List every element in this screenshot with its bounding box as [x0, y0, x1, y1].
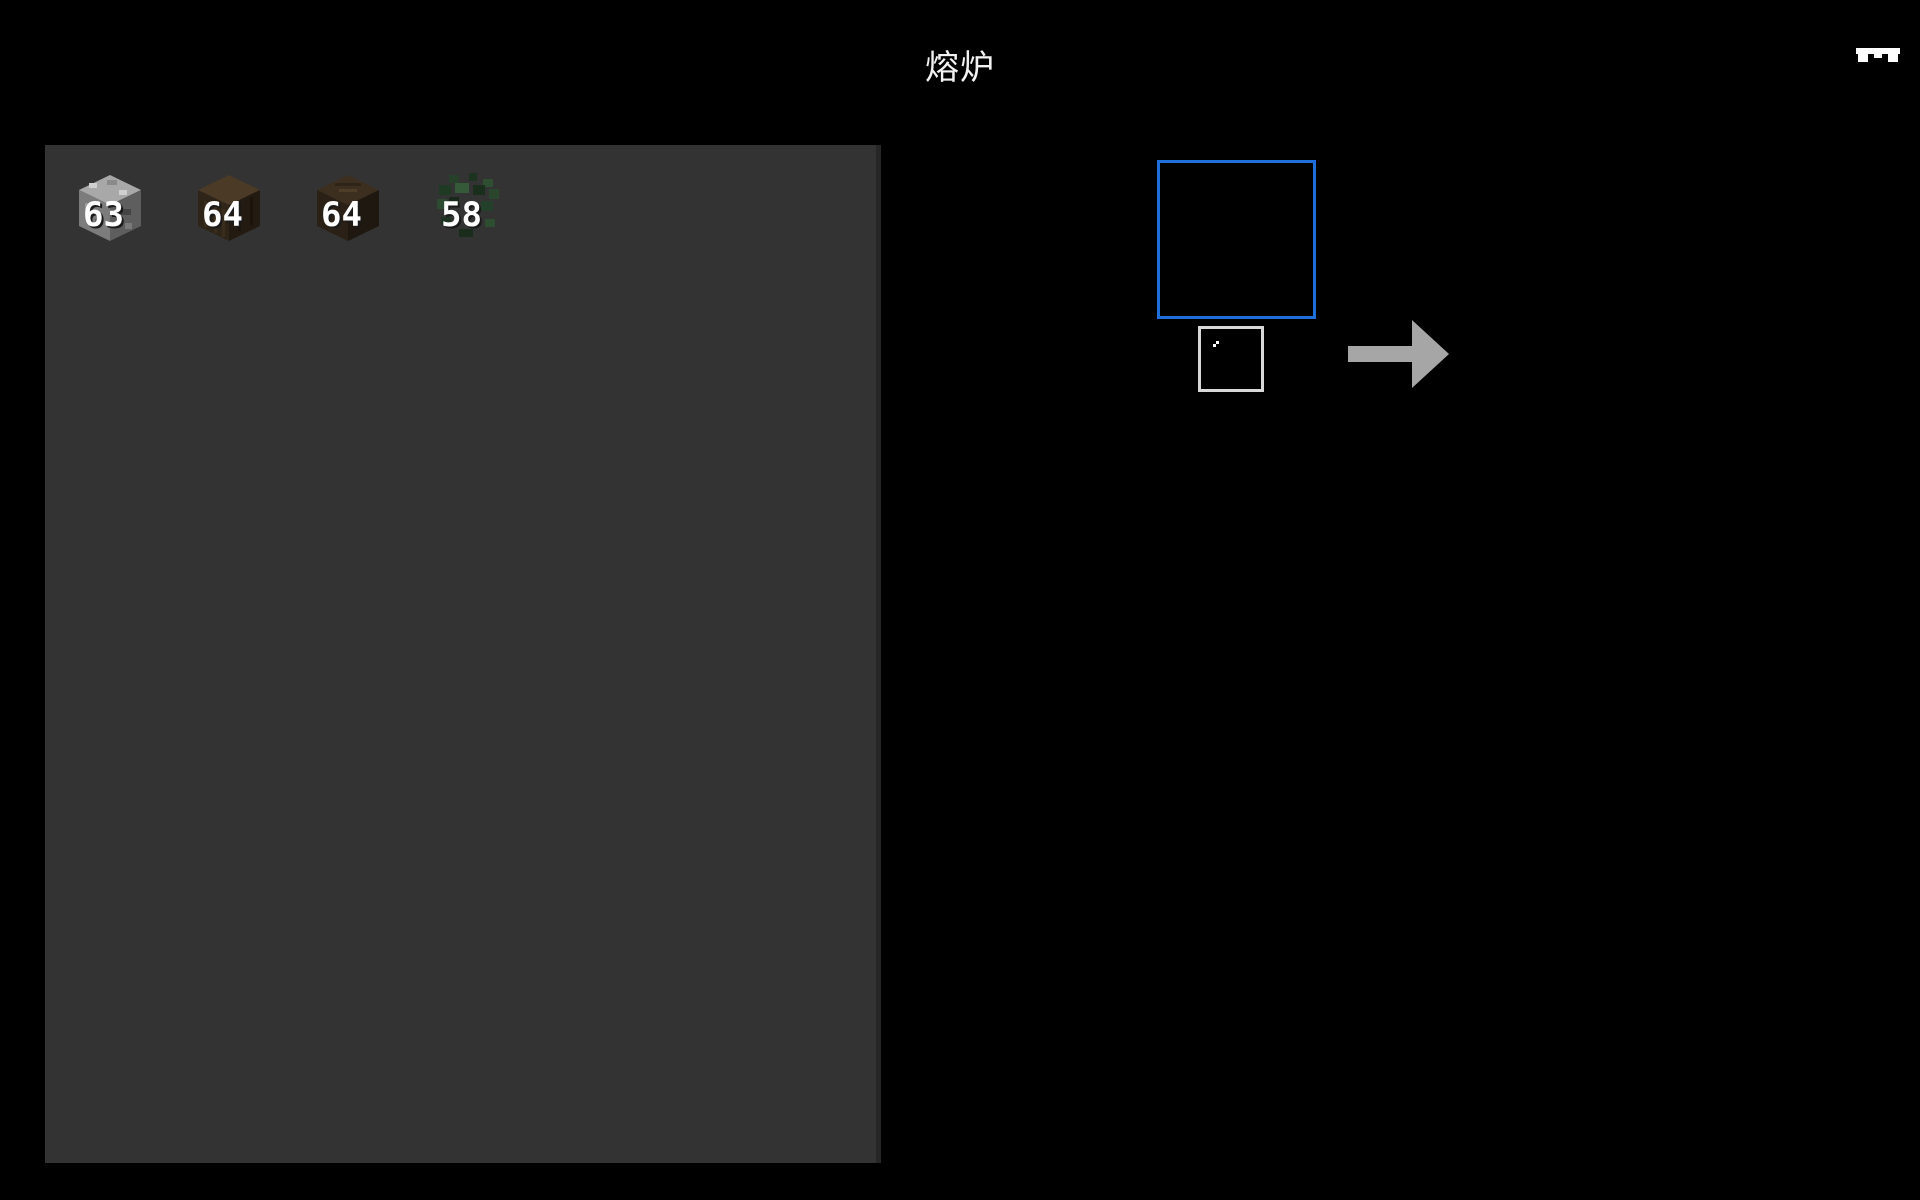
item-count: 64: [202, 195, 243, 235]
item-count: 64: [321, 195, 362, 235]
inventory-panel[interactable]: 63 64 64 58: [45, 145, 881, 1163]
inventory-slot-leaves[interactable]: 58: [425, 173, 505, 243]
furnace-screen: 熔炉 63 64 64 58: [0, 0, 1920, 1200]
inventory-slot-cobblestone[interactable]: 63: [67, 173, 147, 243]
fuel-slot-marker-icon: [1213, 341, 1219, 347]
item-count: 63: [83, 195, 124, 235]
inventory-slot-dark-oak-log[interactable]: 64: [186, 173, 266, 243]
furnace-input-slot[interactable]: [1157, 160, 1316, 319]
progress-arrow-icon: [1348, 320, 1449, 388]
close-icon: [1856, 48, 1900, 62]
close-button[interactable]: [1854, 44, 1902, 68]
window-title: 熔炉: [925, 48, 995, 88]
item-count: 58: [441, 195, 482, 235]
inventory-slot-dark-oak-log[interactable]: 64: [305, 173, 385, 243]
furnace-fuel-slot[interactable]: [1198, 326, 1264, 392]
